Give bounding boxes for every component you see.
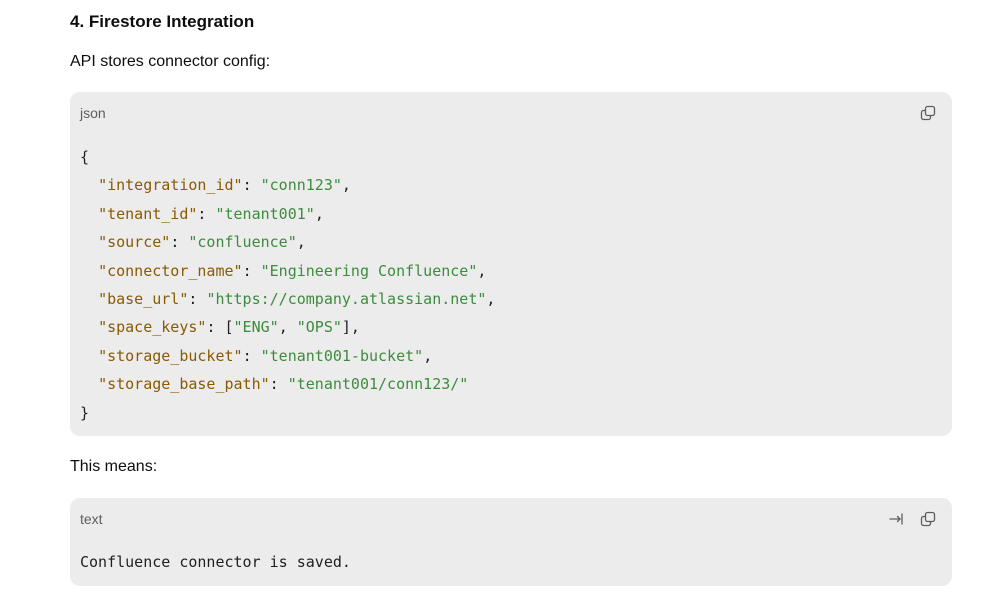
intro-paragraph: API stores connector config: (70, 53, 271, 70)
copy-code-button[interactable] (918, 509, 938, 529)
json-code: { "integration_id": "conn123", "tenant_i… (80, 148, 496, 422)
text-code-block: text Confluence connector is saved. (70, 498, 952, 586)
json-code-block: json { "integration_id": "conn123", "ten… (70, 92, 952, 436)
text-code: Confluence connector is saved. (80, 553, 351, 571)
code-line: } (80, 403, 90, 422)
copy-code-button[interactable] (918, 103, 938, 123)
copy-icon (920, 105, 936, 121)
code-line: { (80, 148, 90, 166)
copy-icon (920, 511, 936, 527)
wrap-icon (889, 513, 903, 525)
code-language-label: text (80, 511, 103, 527)
wrap-lines-button[interactable] (886, 509, 906, 529)
code-language-label: json (80, 105, 106, 121)
section-heading: 4. Firestore Integration (70, 12, 255, 31)
outro-paragraph: This means: (70, 458, 158, 475)
